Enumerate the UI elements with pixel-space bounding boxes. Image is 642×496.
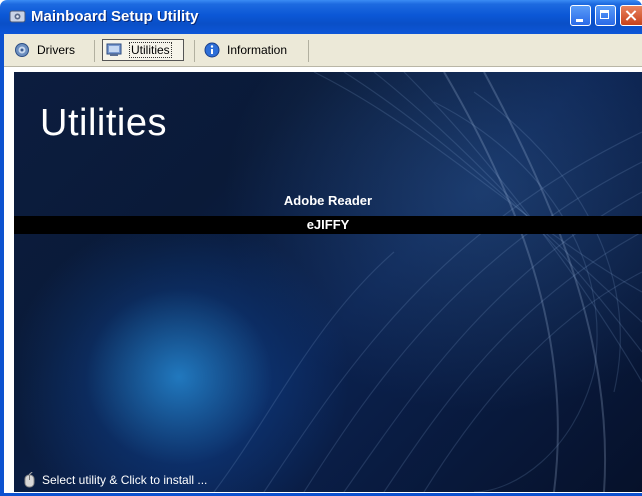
- utilities-panel: Utilities Adobe Reader eJIFFY Select uti…: [14, 72, 642, 492]
- tab-bar: Drivers Utilities Information: [4, 34, 642, 67]
- tab-separator: [308, 40, 309, 62]
- minimize-button[interactable]: [570, 5, 591, 26]
- tab-utilities[interactable]: Utilities: [102, 39, 184, 61]
- utility-item-ejiffy[interactable]: eJIFFY: [14, 216, 642, 234]
- info-icon: [204, 42, 220, 58]
- title-bar[interactable]: Mainboard Setup Utility: [0, 0, 642, 34]
- page-heading: Utilities: [40, 102, 167, 144]
- utility-item-adobe-reader[interactable]: Adobe Reader: [14, 192, 642, 210]
- tab-utilities-label: Utilities: [129, 42, 172, 58]
- close-button[interactable]: [620, 5, 642, 26]
- tab-drivers-label: Drivers: [37, 43, 75, 57]
- tab-separator: [194, 40, 195, 62]
- tab-separator: [94, 40, 95, 62]
- window-title: Mainboard Setup Utility: [31, 8, 199, 25]
- app-icon: [9, 10, 26, 23]
- maximize-button[interactable]: [595, 5, 616, 26]
- tab-information[interactable]: Information: [204, 39, 287, 61]
- tab-information-label: Information: [227, 43, 288, 57]
- mouse-icon: [24, 472, 35, 488]
- status-text: Select utility & Click to install ...: [42, 473, 208, 487]
- app-window: Mainboard Setup Utility Drivers Utilitie…: [0, 0, 642, 496]
- gear-icon: [15, 43, 29, 57]
- tab-drivers[interactable]: Drivers: [14, 39, 75, 61]
- utilities-icon: [106, 43, 122, 56]
- window-frame-left: [0, 34, 4, 496]
- status-bar: Select utility & Click to install ...: [24, 472, 207, 488]
